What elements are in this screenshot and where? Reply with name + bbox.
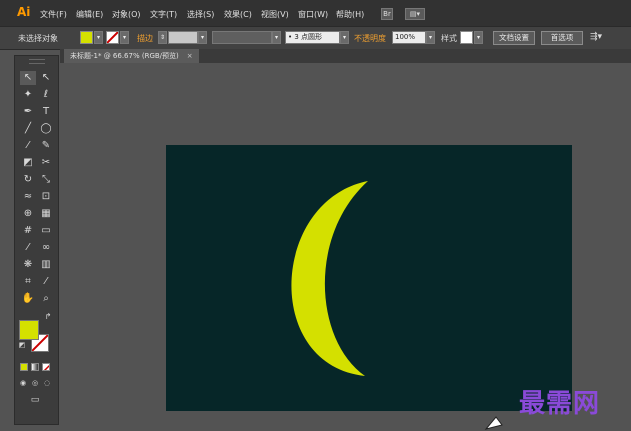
pen-tool-icon[interactable]: ✒ [20, 105, 36, 119]
lasso-tool-icon[interactable]: ℓ [38, 88, 54, 102]
stroke-weight-field[interactable] [168, 31, 198, 44]
ellipse-tool-icon[interactable]: ◯ [38, 122, 54, 136]
none-slash-icon [107, 32, 118, 43]
type-tool-icon[interactable]: T [38, 105, 54, 119]
panel-menu-icon[interactable]: ⇶▾ [590, 32, 602, 42]
selection-tool-icon[interactable]: ↖ [20, 71, 36, 85]
draw-inside-icon[interactable]: ◌ [41, 378, 53, 388]
arrange-documents-button[interactable]: ▤▾ [405, 8, 425, 20]
brush-dropdown[interactable]: ▾ [340, 31, 349, 44]
column-graph-tool-icon[interactable]: ▥ [38, 258, 54, 272]
draw-normal-icon[interactable]: ◉ [17, 378, 29, 388]
menu-view[interactable]: 视图(V) [261, 9, 289, 20]
stroke-label-link[interactable]: 描边 [137, 33, 153, 44]
mesh-tool-icon[interactable]: # [20, 224, 36, 238]
style-dropdown[interactable]: ▾ [474, 31, 483, 44]
line-tool-icon[interactable]: ╱ [20, 122, 36, 136]
menu-bar: Ai 文件(F) 编辑(E) 对象(O) 文字(T) 选择(S) 效果(C) 视… [0, 0, 631, 26]
opacity-field[interactable]: 100% [392, 31, 426, 44]
menu-edit[interactable]: 编辑(E) [76, 9, 103, 20]
panel-grip[interactable] [29, 59, 45, 64]
opacity-dropdown[interactable]: ▾ [426, 31, 435, 44]
selection-status: 未选择对象 [18, 34, 58, 43]
variable-width-profile-field[interactable] [212, 31, 272, 44]
fill-swatch[interactable] [19, 320, 39, 340]
document-tab[interactable]: 未标题-1* @ 66.67% (RGB/预览) × [64, 49, 199, 63]
pencil-tool-icon[interactable]: ✎ [38, 139, 54, 153]
menu-file[interactable]: 文件(F) [40, 9, 67, 20]
shape-builder-tool-icon[interactable]: ⊕ [20, 207, 36, 221]
eyedropper-tool-icon[interactable]: ⁄ [20, 241, 36, 255]
default-fill-stroke-icon[interactable]: ◩ [17, 340, 27, 350]
hand-tool-icon[interactable]: ✋ [20, 292, 36, 306]
close-tab-icon[interactable]: × [187, 52, 193, 60]
artwork-canvas [291, 181, 368, 376]
gradient-tool-icon[interactable]: ▭ [38, 224, 54, 238]
fill-dropdown[interactable]: ▾ [94, 31, 103, 44]
brush-definition-label: 3 点圆形 [294, 33, 323, 41]
mouse-cursor-icon [484, 416, 503, 430]
swap-fill-stroke-icon[interactable]: ↱ [43, 312, 53, 322]
stroke-color-swatch[interactable] [106, 31, 119, 44]
none-mode-icon[interactable] [42, 363, 50, 371]
symbol-sprayer-tool-icon[interactable]: ❋ [20, 258, 36, 272]
stroke-dropdown[interactable]: ▾ [120, 31, 129, 44]
draw-behind-icon[interactable]: ◎ [29, 378, 41, 388]
tools-panel: ↖ ↖ ✦ ℓ ✒ T ╱ ◯ ⁄ ✎ ◩ ✂ ↻ ⤡ ≈ ⊡ ⊕ ▦ # ▭ … [14, 55, 59, 425]
direct-selection-tool-icon[interactable]: ↖ [38, 71, 54, 85]
menu-help[interactable]: 帮助(H) [336, 9, 364, 20]
document-setup-button[interactable]: 文档设置 [493, 31, 535, 45]
zoom-tool-icon[interactable]: ⌕ [38, 292, 54, 306]
brush-definition-field[interactable]: • 3 点圆形 [285, 31, 340, 44]
menu-type[interactable]: 文字(T) [150, 9, 177, 20]
menu-object[interactable]: 对象(O) [112, 9, 141, 20]
menu-effect[interactable]: 效果(C) [224, 9, 252, 20]
stroke-weight-stepper[interactable]: ⇕ [158, 31, 167, 44]
color-mode-icon[interactable] [20, 363, 28, 371]
rotate-tool-icon[interactable]: ↻ [20, 173, 36, 187]
eraser-tool-icon[interactable]: ◩ [20, 156, 36, 170]
scissors-tool-icon[interactable]: ✂ [38, 156, 54, 170]
artboard[interactable] [166, 145, 572, 411]
perspective-grid-tool-icon[interactable]: ▦ [38, 207, 54, 221]
document-tab-title: 未标题-1* @ 66.67% (RGB/预览) [70, 52, 179, 60]
document-tab-bar: 未标题-1* @ 66.67% (RGB/预览) × [60, 49, 631, 63]
slice-tool-icon[interactable]: ⁄ [38, 275, 54, 289]
bridge-button[interactable]: Br [381, 8, 393, 20]
warp-tool-icon[interactable]: ≈ [20, 190, 36, 204]
gradient-mode-icon[interactable] [31, 363, 39, 371]
style-label: 样式 [441, 34, 457, 43]
free-transform-tool-icon[interactable]: ⊡ [38, 190, 54, 204]
fill-color-swatch[interactable] [80, 31, 93, 44]
scale-tool-icon[interactable]: ⤡ [38, 173, 54, 187]
preferences-button[interactable]: 首选项 [541, 31, 583, 45]
none-slash-icon [43, 364, 49, 370]
profile-dropdown[interactable]: ▾ [272, 31, 281, 44]
magic-wand-tool-icon[interactable]: ✦ [20, 88, 36, 102]
opacity-label-link[interactable]: 不透明度 [354, 33, 386, 44]
blend-tool-icon[interactable]: ∞ [38, 241, 54, 255]
app-logo: Ai [17, 5, 31, 19]
crescent-moon-shape[interactable] [291, 181, 368, 376]
menu-select[interactable]: 选择(S) [187, 9, 214, 20]
graphic-style-swatch[interactable] [460, 31, 473, 44]
menu-window[interactable]: 窗口(W) [298, 9, 328, 20]
artboard-tool-icon[interactable]: ⌗ [20, 275, 36, 289]
screen-mode-icon[interactable]: ▭ [27, 394, 43, 406]
stroke-weight-dropdown[interactable]: ▾ [198, 31, 207, 44]
watermark: 最需网 [519, 389, 601, 419]
control-bar: 未选择对象 ▾ ▾ 描边 ⇕ ▾ ▾ • 3 点圆形 ▾ 不透明度 100% ▾… [0, 26, 631, 50]
paintbrush-tool-icon[interactable]: ⁄ [20, 139, 36, 153]
